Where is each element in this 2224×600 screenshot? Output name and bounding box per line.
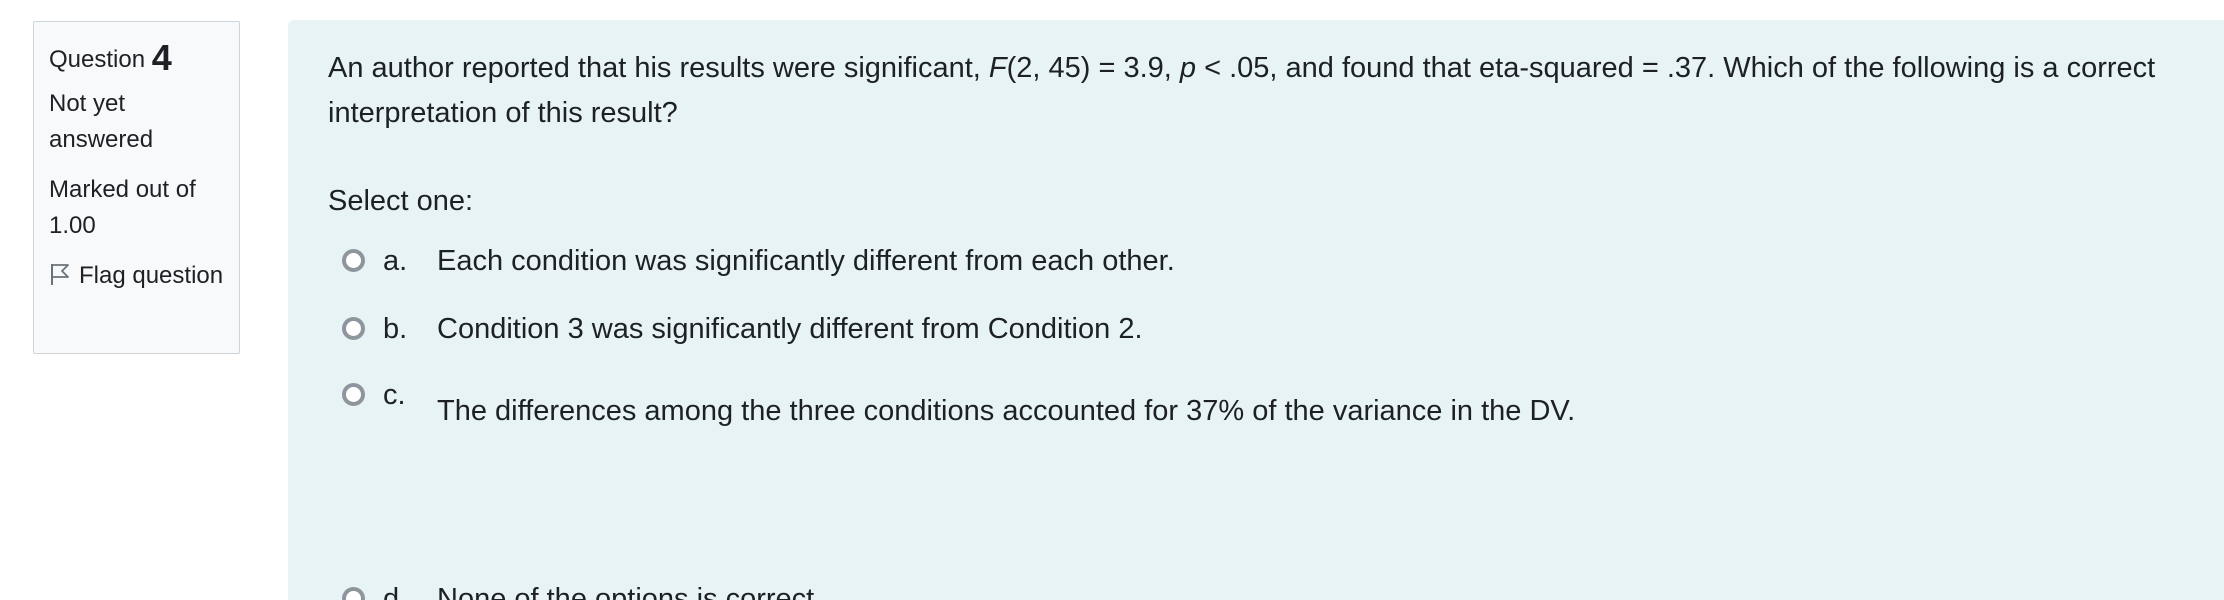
answer-option-c[interactable]: c. The differences among the three condi… xyxy=(342,375,1575,431)
flag-question-button[interactable]: Flag question xyxy=(49,258,224,294)
answer-text: The differences among the three conditio… xyxy=(437,395,1576,427)
question-title: Question 4 xyxy=(49,38,224,80)
radio-icon[interactable] xyxy=(342,587,365,600)
flag-icon xyxy=(51,264,69,285)
answer-letter: b. xyxy=(383,313,408,345)
question-info-panel: Question 4 Not yet answered Marked out o… xyxy=(33,21,240,354)
question-text: An author reported that his results were… xyxy=(328,46,2208,136)
question-label: Question xyxy=(49,46,146,73)
question-state: Not yet answered xyxy=(49,90,154,153)
answer-text: Condition 3 was significantly different … xyxy=(437,313,1143,345)
quiz-page: Question 4 Not yet answered Marked out o… xyxy=(0,0,2224,600)
radio-icon[interactable] xyxy=(342,317,365,340)
radio-icon[interactable] xyxy=(342,249,365,272)
answer-option-d[interactable]: d. None of the options is correct. xyxy=(342,579,822,600)
question-grade: Marked out of 1.00 xyxy=(49,176,196,239)
answer-text: None of the options is correct. xyxy=(437,583,823,600)
question-number: 4 xyxy=(151,37,172,78)
question-text-part2: (2, 45) = 3.9, xyxy=(1006,52,1180,84)
answer-option-b[interactable]: b. Condition 3 was significantly differe… xyxy=(342,309,1143,349)
answer-letter: a. xyxy=(383,245,408,277)
radio-icon[interactable] xyxy=(342,383,365,406)
answer-options: a. Each condition was significantly diff… xyxy=(328,233,2184,600)
question-text-part1: An author reported that his results were… xyxy=(328,52,989,84)
answer-letter: d. xyxy=(383,583,408,600)
p-symbol: p xyxy=(1179,52,1197,84)
f-symbol: F xyxy=(988,52,1007,84)
select-one-prompt: Select one: xyxy=(328,185,474,217)
answer-option-a[interactable]: a. Each condition was significantly diff… xyxy=(342,241,1175,281)
answer-letter: c. xyxy=(383,379,406,411)
answer-text: Each condition was significantly differe… xyxy=(437,245,1175,277)
flag-question-label: Flag question xyxy=(79,262,224,289)
question-content: An author reported that his results were… xyxy=(288,20,2224,600)
